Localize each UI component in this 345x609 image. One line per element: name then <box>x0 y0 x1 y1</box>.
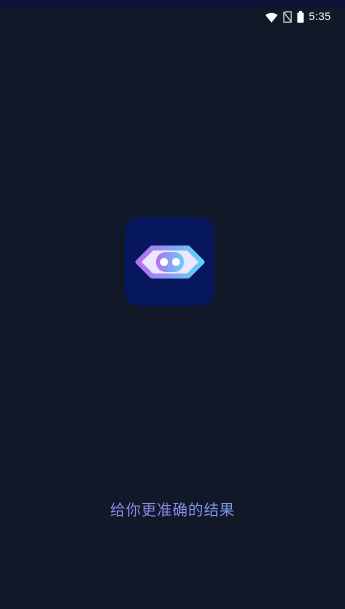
no-sim-icon <box>282 11 292 23</box>
app-logo <box>125 217 214 306</box>
status-bar-top-edge <box>0 0 345 7</box>
status-time: 5:35 <box>308 11 331 23</box>
status-bar: 5:35 <box>265 8 331 26</box>
splash-tagline: 给你更准确的结果 <box>0 499 345 520</box>
wifi-icon <box>265 12 278 23</box>
robot-eye-logo-icon <box>135 245 204 278</box>
battery-icon <box>297 11 304 23</box>
